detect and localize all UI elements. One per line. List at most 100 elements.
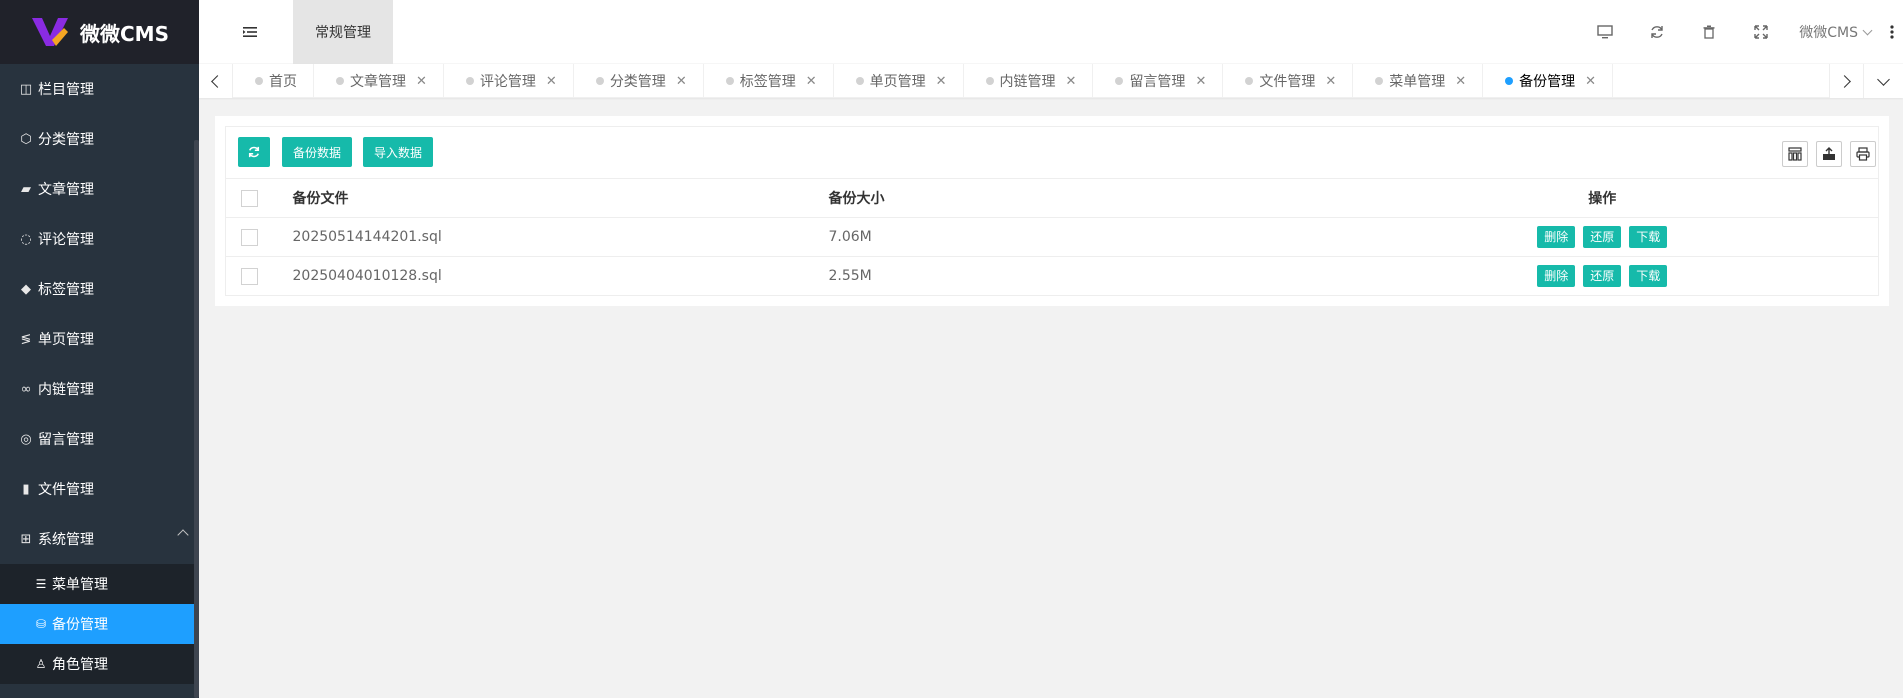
sidebar-item-label: 栏目管理 — [38, 82, 94, 98]
sidebar-item-label: 系统管理 — [38, 532, 94, 548]
user-menu[interactable]: 微微CMS — [1799, 22, 1873, 42]
sidebar-item-messages[interactable]: ◎ 留言管理 — [0, 414, 199, 464]
monitor-icon[interactable] — [1579, 0, 1631, 64]
import-data-button[interactable]: 导入数据 — [363, 137, 433, 167]
file-icon: ▮ — [22, 481, 30, 497]
tab-pages[interactable]: 单页管理 ✕ — [834, 64, 964, 98]
tab-label: 内链管理 — [999, 74, 1056, 90]
sidebar-item-files[interactable]: ▮ 文件管理 — [0, 464, 199, 514]
row-checkbox[interactable] — [241, 267, 258, 285]
table-row: 20250514144201.sql 7.06M 删除 还原 下载 — [225, 217, 1879, 257]
sidebar-item-comments[interactable]: ◌ 评论管理 — [0, 214, 199, 264]
book-icon: ▰ — [21, 181, 31, 197]
fullscreen-icon[interactable] — [1735, 0, 1787, 64]
close-icon[interactable]: ✕ — [1325, 74, 1336, 89]
sidebar-item-tags[interactable]: ◆ 标签管理 — [0, 264, 199, 314]
comment-icon: ◌ — [20, 231, 32, 247]
menu-toggle-icon[interactable] — [242, 22, 258, 42]
sidebar-item-categories[interactable]: ⬡ 分类管理 — [0, 114, 199, 164]
chevron-right-icon — [1838, 74, 1851, 88]
column-header-size: 备份大小 — [813, 178, 1327, 218]
submenu-item-roles[interactable]: ♙ 角色管理 — [0, 644, 199, 684]
tab-dot — [1245, 77, 1254, 85]
tab-dot — [725, 77, 734, 85]
backup-file-size: 7.06M — [813, 217, 1327, 257]
sidebar-item-label: 文章管理 — [38, 182, 94, 198]
tabs-scroll-left-button[interactable] — [199, 64, 233, 98]
column-header-file: 备份文件 — [277, 178, 814, 218]
close-icon[interactable]: ✕ — [936, 74, 947, 89]
sidebar-scrollbar[interactable] — [194, 140, 199, 698]
sidebar-item-articles[interactable]: ▰ 文章管理 — [0, 164, 199, 214]
header-section-tab[interactable]: 常规管理 — [293, 0, 393, 64]
logo[interactable]: 微微CMS — [0, 0, 199, 64]
close-icon[interactable]: ✕ — [1585, 74, 1596, 89]
tab-links[interactable]: 内链管理 ✕ — [964, 64, 1094, 98]
list-icon: ☰ — [35, 577, 47, 591]
submenu-item-label: 角色管理 — [52, 657, 108, 673]
tab-label: 留言管理 — [1129, 74, 1186, 90]
page-tabs-bar: 首页 文章管理 ✕ 评论管理 ✕ 分类管理 ✕ 标签管理 ✕ 单页管理 ✕ 内链管理 ✕ 留… — [199, 64, 1903, 98]
row-checkbox[interactable] — [241, 228, 258, 246]
refresh-button[interactable] — [238, 137, 270, 167]
tab-label: 评论管理 — [479, 74, 536, 90]
tab-comments[interactable]: 评论管理 ✕ — [444, 64, 574, 98]
tab-label: 分类管理 — [609, 74, 666, 90]
close-icon[interactable]: ✕ — [806, 74, 817, 89]
sidebar-item-links[interactable]: ∞ 内链管理 — [0, 364, 199, 414]
close-icon[interactable]: ✕ — [1066, 74, 1077, 89]
tab-dot — [465, 77, 474, 85]
sidebar-item-label: 文件管理 — [38, 482, 94, 498]
close-icon[interactable]: ✕ — [676, 74, 687, 89]
download-button[interactable]: 下载 — [1629, 265, 1668, 287]
tab-label: 文章管理 — [350, 74, 406, 90]
tab-files[interactable]: 文件管理 ✕ — [1223, 64, 1354, 98]
print-icon[interactable] — [1850, 141, 1876, 167]
refresh-icon[interactable] — [1631, 0, 1683, 64]
export-icon[interactable] — [1816, 141, 1842, 167]
tab-tags[interactable]: 标签管理 ✕ — [704, 64, 834, 98]
tab-dot — [595, 77, 604, 85]
sidebar: 微微CMS ◫ 栏目管理 ⬡ 分类管理 ▰ 文章管理 ◌ 评论管理 ◆ 标签管理 ≶ 单页管… — [0, 0, 199, 698]
table-row: 20250404010128.sql 2.55M 删除 还原 下载 — [225, 256, 1879, 296]
close-icon[interactable]: ✕ — [416, 74, 427, 89]
download-button[interactable]: 下载 — [1629, 226, 1668, 248]
backup-file-size: 2.55M — [813, 256, 1327, 296]
tabs-scroll-right-button[interactable] — [1829, 64, 1863, 98]
link-icon: ∞ — [20, 381, 32, 397]
backup-data-button[interactable]: 备份数据 — [282, 137, 352, 167]
columns-filter-icon[interactable] — [1782, 141, 1808, 167]
sidebar-item-label: 留言管理 — [38, 432, 94, 448]
close-icon[interactable]: ✕ — [1195, 74, 1206, 89]
page-icon: ≶ — [20, 331, 32, 347]
delete-button[interactable]: 删除 — [1537, 265, 1576, 287]
tab-categories[interactable]: 分类管理 ✕ — [574, 64, 704, 98]
tab-messages[interactable]: 留言管理 ✕ — [1093, 64, 1224, 98]
tab-menus[interactable]: 菜单管理 ✕ — [1353, 64, 1484, 98]
delete-button[interactable]: 删除 — [1537, 226, 1576, 248]
more-icon[interactable] — [1885, 0, 1899, 64]
table-toolbar: 备份数据 导入数据 — [225, 126, 1879, 178]
tab-articles[interactable]: 文章管理 ✕ — [314, 64, 444, 98]
submenu-item-menus[interactable]: ☰ 菜单管理 — [0, 564, 199, 604]
trash-icon[interactable] — [1683, 0, 1735, 64]
tab-label: 首页 — [269, 74, 297, 90]
sidebar-menu: ◫ 栏目管理 ⬡ 分类管理 ▰ 文章管理 ◌ 评论管理 ◆ 标签管理 ≶ 单页管理 ∞ 内链管… — [0, 64, 199, 564]
page-tabs: 首页 文章管理 ✕ 评论管理 ✕ 分类管理 ✕ 标签管理 ✕ 单页管理 ✕ 内链管理 ✕ 留… — [233, 64, 1614, 98]
top-header: 常规管理 微微CMS — [199, 0, 1903, 64]
submenu-item-backup[interactable]: ⛁ 备份管理 — [0, 604, 199, 644]
tab-home[interactable]: 首页 — [233, 64, 314, 98]
restore-button[interactable]: 还原 — [1583, 265, 1622, 287]
sidebar-item-system[interactable]: ⊞ 系统管理 — [0, 514, 199, 564]
tabs-dropdown-button[interactable] — [1863, 64, 1903, 98]
select-all-checkbox[interactable] — [241, 189, 258, 207]
tab-dot — [855, 77, 864, 85]
tab-label: 菜单管理 — [1389, 74, 1446, 90]
sidebar-item-pages[interactable]: ≶ 单页管理 — [0, 314, 199, 364]
close-icon[interactable]: ✕ — [1455, 74, 1466, 89]
sidebar-item-columns[interactable]: ◫ 栏目管理 — [0, 64, 199, 114]
tab-backup[interactable]: 备份管理 ✕ — [1483, 64, 1614, 98]
restore-button[interactable]: 还原 — [1583, 226, 1622, 248]
close-icon[interactable]: ✕ — [546, 74, 557, 89]
tab-dot — [1115, 77, 1124, 85]
